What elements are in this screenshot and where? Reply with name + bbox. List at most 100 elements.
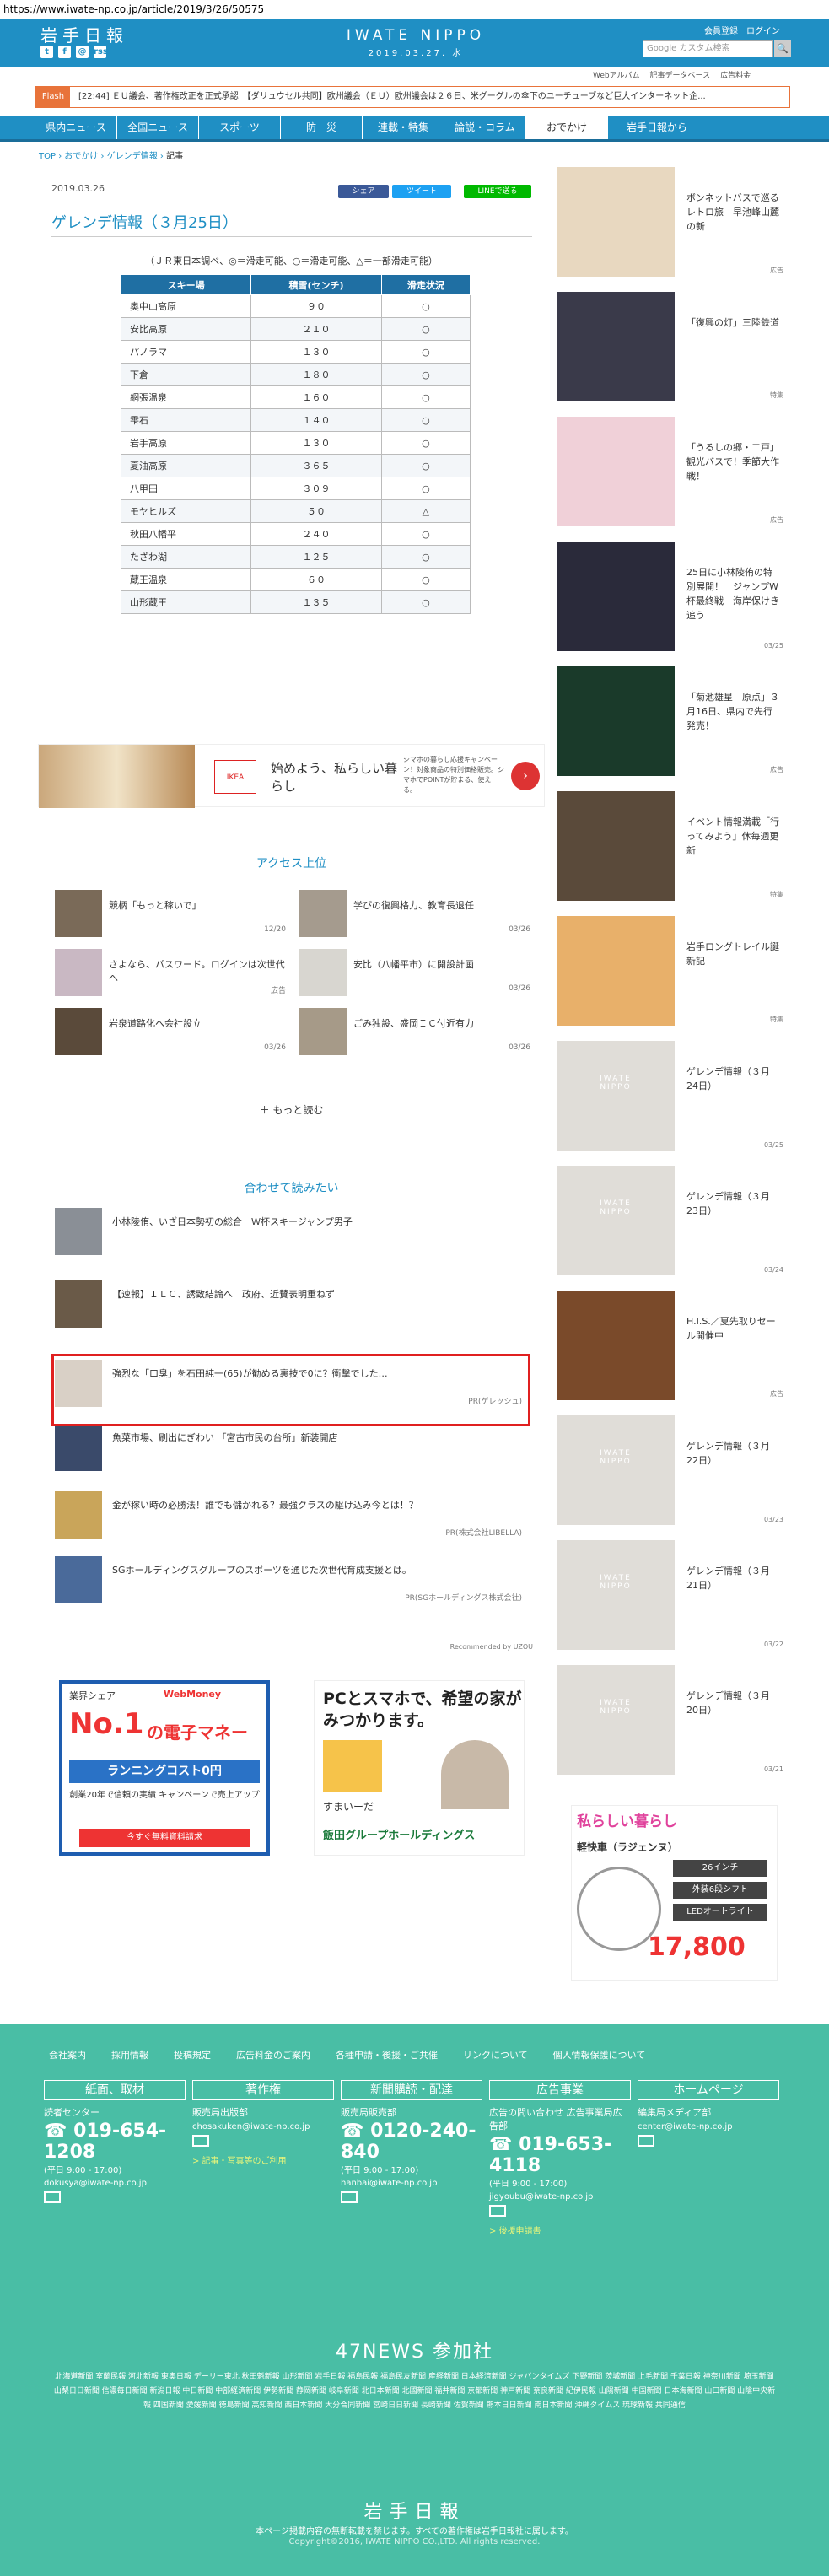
sidebar-item[interactable]: 「うるしの郷・二戸」観光バスで！季節大作戦！ 広告 (557, 410, 789, 528)
thumbnail[interactable] (55, 1424, 102, 1471)
footer-column-title[interactable]: 著作権 (192, 2080, 334, 2100)
list-item-title[interactable]: 岩泉道路化へ会社設立 (109, 1016, 286, 1030)
footer-link[interactable]: 採用情報 (111, 2048, 148, 2061)
subnav-database[interactable]: 記事データベース (650, 69, 711, 80)
tab-disaster[interactable]: 防 災 (281, 116, 363, 139)
line-share-button[interactable]: LINEで送る (464, 185, 531, 198)
search-button[interactable]: 🔍 (774, 40, 791, 57)
sidebar-thumbnail[interactable]: IWATE NIPPO (557, 1166, 675, 1275)
footer-link[interactable]: 個人情報保護について (553, 2048, 646, 2061)
breadcrumb-top[interactable]: TOP (39, 152, 56, 161)
sidebar-thumbnail[interactable] (557, 1291, 675, 1400)
thumbnail[interactable] (55, 1280, 102, 1328)
thumbnail[interactable] (299, 949, 347, 996)
sidebar-item-title[interactable]: ゲレンデ情報（３月22日） (686, 1439, 779, 1468)
sidebar-item[interactable]: IWATE NIPPO ゲレンデ情報（３月22日） 03/23 (557, 1409, 789, 1527)
phone-number[interactable]: ☎ 019-653-4118 (489, 2134, 631, 2176)
tab-series[interactable]: 連載・特集 (363, 116, 444, 139)
sidebar-thumbnail[interactable] (557, 417, 675, 526)
list-item[interactable]: SGホールディングスグループのスポーツを通じた次世代育成支援とは。 PR(SGホー… (55, 1556, 527, 1607)
flash-news-bar[interactable]: Flash [22:44] ＥＵ議会、著作権改正を正式承認 【ダリュウセル共同】… (35, 86, 790, 108)
phone-number[interactable]: ☎ 0120-240-840 (341, 2121, 482, 2163)
sidebar-item-title[interactable]: ゲレンデ情報（３月24日） (686, 1064, 779, 1093)
sidebar-thumbnail[interactable] (557, 167, 675, 277)
breadcrumb-odekake[interactable]: おでかけ (64, 152, 98, 161)
list-item-title[interactable]: 学びの復興格力、教育長退任 (353, 898, 530, 912)
sidebar-item-title[interactable]: 「菊池雄星 原点」３月16日、県内で先行発売！ (686, 690, 779, 733)
footer-column-title[interactable]: 新聞購読・配達 (341, 2080, 482, 2100)
sidebar-item[interactable]: IWATE NIPPO ゲレンデ情報（３月20日） 03/21 (557, 1658, 789, 1776)
sidebar-item-title[interactable]: H.I.S.／夏先取りセール開催中 (686, 1314, 779, 1343)
thumbnail[interactable] (299, 890, 347, 937)
list-item-title[interactable]: 安比（八幡平市）に開設計画 (353, 957, 530, 971)
footer-link[interactable]: 各種申請・後援・ご共催 (336, 2048, 438, 2061)
subnav-webalbum[interactable]: Webアルバム (593, 69, 640, 80)
email-address[interactable]: chosakuken@iwate-np.co.jp (192, 2122, 334, 2131)
email-address[interactable]: hanbai@iwate-np.co.jp (341, 2179, 482, 2188)
sidebar-item-title[interactable]: 25日に小林陵侑の特別展開！ ジャンプW杯最終戦 海岸保けき追う (686, 565, 779, 622)
list-item-title[interactable]: さよなら、パスワード。ログインは次世代へ (109, 957, 286, 984)
list-item[interactable]: 安比（八幡平市）に開設計画 03/26 (299, 947, 536, 998)
facebook-icon[interactable]: f (58, 46, 71, 58)
sidebar-thumbnail[interactable] (557, 791, 675, 901)
footer-link[interactable]: 投稿規定 (174, 2048, 211, 2061)
list-item-title[interactable]: 魚菜市場、刷出にぎわい 「宮古市民の台所」新装開店 (112, 1431, 517, 1444)
sidebar-item-title[interactable]: 「うるしの郷・二戸」観光バスで！季節大作戦！ (686, 440, 779, 483)
login-link[interactable]: ログイン (746, 24, 780, 36)
list-item-title[interactable]: 【速報】ＩＬＣ、誘致結論へ 政府、近賛表明重ねず (112, 1287, 517, 1301)
list-item[interactable]: 魚菜市場、刷出にぎわい 「宮古市民の台所」新装開店 (55, 1424, 527, 1474)
ad-headline[interactable]: 始めよう、私らしい暮らし (271, 759, 397, 795)
ad-iida-group[interactable]: PCとスマホで、希望の家がみつかります。 すまいーだ 飯田グループホールディング… (314, 1680, 525, 1856)
sidebar-thumbnail[interactable]: IWATE NIPPO (557, 1041, 675, 1151)
ad-webmoney[interactable]: 業界シェア WebMoney No.1 の電子マネー ランニングコスト0円 創業… (59, 1680, 270, 1856)
list-item-title[interactable]: 競柄「もっと稼いで」 (109, 898, 286, 912)
footer-column-title[interactable]: ホームページ (638, 2080, 779, 2100)
mail-icon[interactable] (489, 2205, 506, 2217)
sidebar-item[interactable]: IWATE NIPPO ゲレンデ情報（３月23日） 03/24 (557, 1159, 789, 1277)
thumbnail[interactable] (299, 1008, 347, 1055)
list-item[interactable]: 学びの復興格力、教育長退任 03/26 (299, 888, 536, 939)
chevron-right-icon[interactable]: › (511, 762, 540, 790)
sidebar-thumbnail[interactable]: IWATE NIPPO (557, 1665, 675, 1775)
thumbnail[interactable] (55, 1491, 102, 1539)
sidebar-thumbnail[interactable] (557, 916, 675, 1026)
email-address[interactable]: center@iwate-np.co.jp (638, 2122, 779, 2131)
sidebar-thumbnail[interactable]: IWATE NIPPO (557, 1540, 675, 1650)
ad-shimachu[interactable]: 私らしい暮らし 軽快車（ラジェンヌ） 26インチ 外装6段シフト LEDオートラ… (571, 1805, 778, 1981)
thumbnail[interactable] (55, 1556, 102, 1603)
footer-sub-link[interactable]: > 記事・写真等のご利用 (192, 2153, 334, 2166)
thumbnail[interactable] (55, 949, 102, 996)
url-bar[interactable]: https://www.iwate-np.co.jp/article/2019/… (0, 0, 829, 19)
sidebar-item[interactable]: H.I.S.／夏先取りセール開催中 広告 (557, 1284, 789, 1402)
rss-icon[interactable]: rss (94, 46, 108, 58)
breadcrumb-gelande[interactable]: ゲレンデ情報 (107, 152, 158, 161)
sidebar-item[interactable]: 岩手ロングトレイル誕新記 特集 (557, 909, 789, 1027)
sidebar-thumbnail[interactable] (557, 666, 675, 776)
mail-icon[interactable] (638, 2135, 654, 2147)
thumbnail[interactable] (55, 890, 102, 937)
ad-banner-ikea[interactable]: IKEA 始めよう、私らしい暮らし シマホの暮らし応援キャンペーン！対象商品の特… (38, 744, 545, 808)
list-item-title[interactable]: ごみ独設、盛岡ＩＣ付近有力 (353, 1016, 530, 1030)
tab-local-news[interactable]: 県内ニュース (35, 116, 117, 139)
sidebar-item-title[interactable]: 「復興の灯」三陸鉄道 (686, 315, 779, 330)
sidebar-item-title[interactable]: ボンネットバスで巡るレトロ旅 早池峰山麓の新 (686, 191, 779, 234)
sidebar-item[interactable]: IWATE NIPPO ゲレンデ情報（３月21日） 03/22 (557, 1533, 789, 1652)
list-item[interactable]: 【速報】ＩＬＣ、誘致結論へ 政府、近賛表明重ねず (55, 1280, 527, 1331)
facebook-share-button[interactable]: シェア (338, 185, 389, 198)
tab-from-iwate-nippo[interactable]: 岩手日報から (608, 116, 792, 139)
tab-sports[interactable]: スポーツ (199, 116, 281, 139)
sidebar-item-title[interactable]: ゲレンデ情報（３月20日） (686, 1689, 779, 1717)
ad-cta-button[interactable]: 今すぐ無料資料請求 (79, 1829, 250, 1847)
footer-link[interactable]: 会社案内 (49, 2048, 86, 2061)
email-address[interactable]: jigyoubu@iwate-np.co.jp (489, 2192, 631, 2201)
list-item-title[interactable]: SGホールディングスグループのスポーツを通じた次世代育成支援とは。 (112, 1563, 517, 1576)
footer-link[interactable]: 広告料金のご案内 (236, 2048, 310, 2061)
tab-national-news[interactable]: 全国ニュース (117, 116, 199, 139)
list-item[interactable]: 金が稼い時の必勝法！誰でも儲かれる？最強クラスの駆け込み今とは！？ PR(株式会社… (55, 1491, 527, 1542)
brand-name[interactable]: IWATE NIPPO (331, 27, 500, 44)
mail-icon[interactable] (341, 2191, 358, 2203)
mail-icon[interactable] (44, 2191, 61, 2203)
sidebar-thumbnail[interactable] (557, 292, 675, 401)
sidebar-item[interactable]: ボンネットバスで巡るレトロ旅 早池峰山麓の新 広告 (557, 160, 789, 278)
list-item[interactable]: 小林陵侑、いざ日本勢初の総合 Ｗ杯スキージャンプ男子 (55, 1208, 527, 1258)
